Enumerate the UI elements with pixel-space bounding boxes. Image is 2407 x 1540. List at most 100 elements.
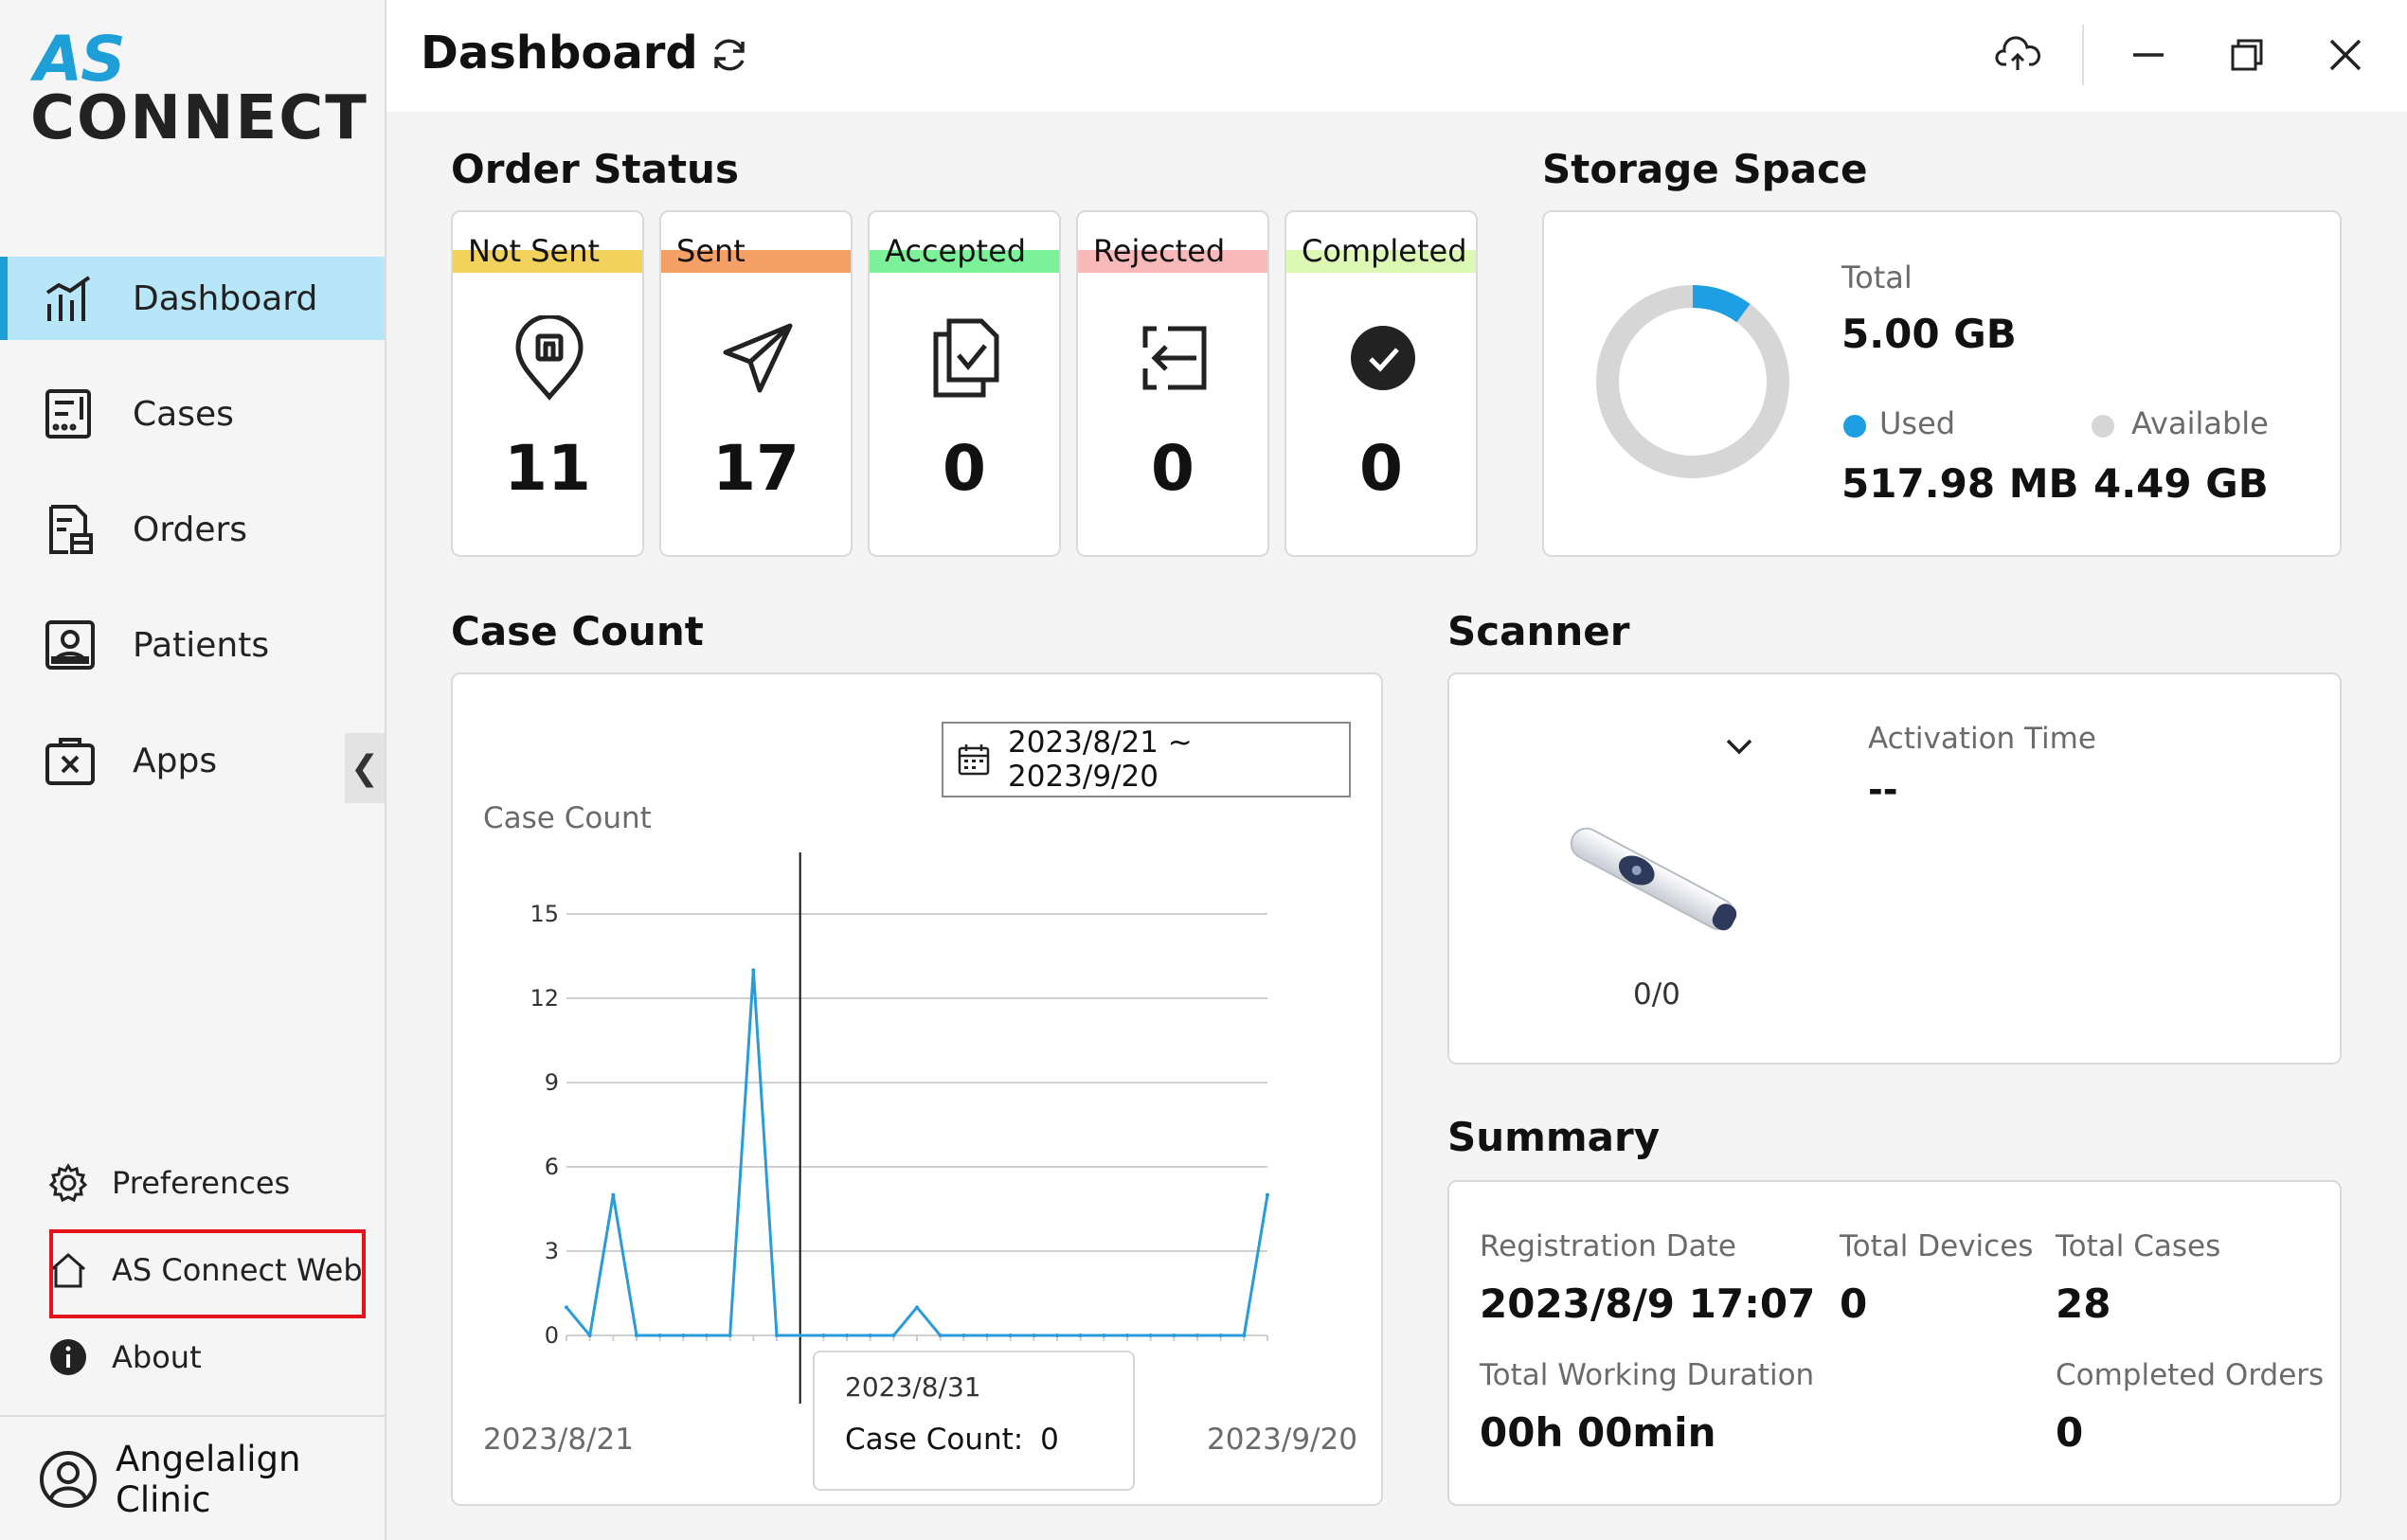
highlight-box [49, 1229, 366, 1318]
check-circle-icon [1336, 311, 1430, 405]
user-avatar-icon [38, 1449, 99, 1510]
status-card-not-sent[interactable]: Not Sent 11 [451, 210, 644, 557]
sidebar-item-label: Apps [133, 741, 218, 780]
completed-orders-value: 0 [2056, 1409, 2084, 1456]
document-check-icon [919, 311, 1014, 405]
status-card-accepted[interactable]: Accepted 0 [868, 210, 1061, 557]
y-tick-label: 12 [530, 985, 559, 1012]
sidebar-item-label: Cases [133, 394, 234, 434]
tooltip-value: 0 [1040, 1423, 1059, 1457]
data-point[interactable] [635, 1334, 638, 1337]
cloud-sync-icon[interactable] [1989, 27, 2046, 83]
data-point[interactable] [727, 1334, 732, 1337]
scanner-card: 0/0 Activation Time -- [1447, 672, 2342, 1065]
y-tick-label: 3 [545, 1238, 559, 1264]
data-point[interactable] [798, 1334, 802, 1337]
data-point[interactable] [611, 1192, 616, 1197]
refresh-icon[interactable] [709, 34, 750, 76]
used-legend-dot [1843, 415, 1866, 438]
logo-bottom: CONNECT [30, 83, 368, 153]
case-count-chart[interactable]: 0 3 6 9 12 15 [451, 833, 1383, 1421]
maximize-button[interactable] [2218, 27, 2275, 83]
data-point[interactable] [705, 1334, 709, 1337]
data-point[interactable] [1008, 1334, 1013, 1337]
data-point[interactable] [1055, 1334, 1059, 1337]
sidebar-item-label: Patients [133, 625, 270, 665]
status-label: Not Sent [468, 233, 601, 269]
data-point[interactable] [821, 1334, 826, 1337]
about-item[interactable]: About [0, 1326, 385, 1388]
data-point[interactable] [868, 1334, 872, 1337]
preferences-item[interactable]: Preferences [0, 1152, 385, 1214]
cases-icon [42, 385, 99, 442]
data-point[interactable] [1266, 1192, 1269, 1197]
send-icon [710, 311, 805, 405]
sidebar-divider [0, 1415, 385, 1417]
data-point[interactable] [985, 1334, 989, 1337]
data-point[interactable] [1218, 1334, 1223, 1337]
summary-card: Registration Date 2023/8/9 17:07 Total D… [1447, 1180, 2342, 1506]
data-point[interactable] [915, 1305, 919, 1310]
return-icon [1127, 311, 1222, 405]
donut-available-arc [1596, 285, 1789, 478]
data-point[interactable] [961, 1334, 966, 1337]
devices-label: Total Devices [1840, 1229, 2034, 1263]
summary-title: Summary [1447, 1114, 1661, 1160]
sidebar-item-cases[interactable]: Cases [0, 372, 385, 456]
storage-total-label: Total [1841, 260, 1913, 295]
date-range-picker[interactable]: 2023/8/21 ~ 2023/9/20 [942, 722, 1351, 797]
data-point[interactable] [1102, 1334, 1106, 1337]
status-label: Sent [676, 233, 745, 269]
data-point[interactable] [845, 1334, 849, 1337]
status-card-rejected[interactable]: Rejected 0 [1076, 210, 1269, 557]
status-count: 0 [1151, 432, 1195, 505]
data-point[interactable] [681, 1334, 686, 1337]
orders-icon [42, 501, 99, 558]
data-point[interactable] [1172, 1334, 1177, 1337]
page-title: Dashboard [421, 27, 698, 80]
case-count-title: Case Count [451, 608, 704, 654]
data-point[interactable] [657, 1334, 662, 1337]
preferences-label: Preferences [112, 1165, 291, 1201]
series-line [565, 968, 1269, 1337]
data-point[interactable] [1078, 1334, 1083, 1337]
data-point[interactable] [891, 1334, 896, 1337]
sidebar-item-patients[interactable]: Patients [0, 603, 385, 687]
status-count: 0 [1359, 432, 1403, 505]
close-button[interactable] [2317, 27, 2374, 83]
activation-value: -- [1868, 769, 1898, 811]
status-label: Accepted [885, 233, 1027, 269]
data-point[interactable] [938, 1334, 943, 1337]
status-card-completed[interactable]: Completed 0 [1284, 210, 1478, 557]
data-point[interactable] [1242, 1334, 1247, 1337]
info-icon [47, 1336, 89, 1378]
sidebar-item-apps[interactable]: Apps [0, 719, 385, 802]
data-point[interactable] [775, 1334, 779, 1337]
data-point[interactable] [1032, 1334, 1036, 1337]
minimize-icon [2133, 53, 2164, 57]
status-card-sent[interactable]: Sent 17 [659, 210, 853, 557]
dashboard-icon [42, 270, 99, 327]
data-point[interactable] [751, 968, 756, 973]
data-point[interactable] [565, 1305, 568, 1310]
registration-value: 2023/8/9 17:07 [1480, 1280, 1816, 1327]
data-point[interactable] [1125, 1334, 1129, 1337]
devices-value: 0 [1840, 1280, 1868, 1327]
data-point[interactable] [587, 1334, 592, 1337]
available-legend-dot [2092, 415, 2114, 438]
collapse-sidebar-button[interactable]: ❮ [345, 733, 385, 803]
sidebar-item-label: Orders [133, 510, 248, 549]
sidebar-item-label: Dashboard [133, 278, 318, 318]
user-profile[interactable]: Angelalign Clinic [0, 1434, 385, 1525]
duration-label: Total Working Duration [1480, 1358, 1815, 1392]
chevron-down-icon[interactable] [1720, 727, 1758, 765]
y-tick-label: 0 [545, 1322, 559, 1349]
storage-donut [1596, 285, 1789, 478]
sidebar-item-dashboard[interactable]: Dashboard [0, 257, 385, 340]
activation-label: Activation Time [1868, 722, 2096, 756]
storage-available-value: 4.49 GB [2093, 460, 2269, 507]
data-point[interactable] [1195, 1334, 1199, 1337]
minimize-button[interactable] [2120, 27, 2177, 83]
sidebar-item-orders[interactable]: Orders [0, 488, 385, 571]
data-point[interactable] [1148, 1334, 1153, 1337]
